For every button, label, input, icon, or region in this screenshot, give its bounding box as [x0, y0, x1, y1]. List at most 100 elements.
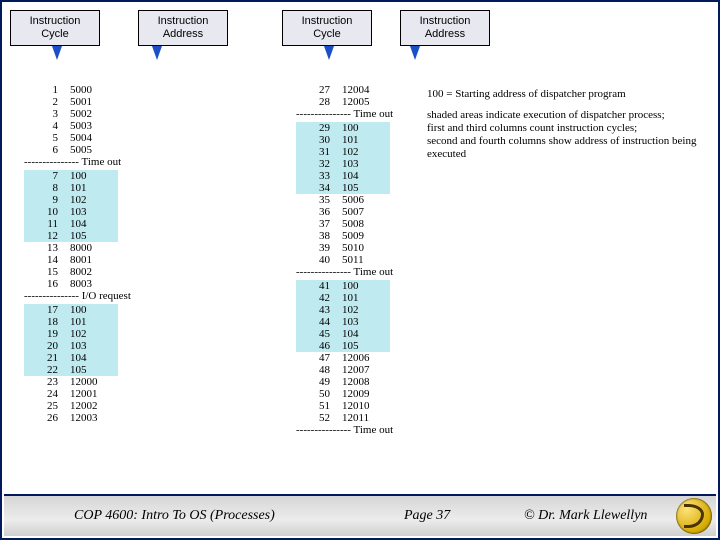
cycle-cell: 3	[30, 108, 58, 120]
hdr2-l2: Address	[163, 28, 203, 40]
address-cell: 8001	[70, 254, 114, 266]
address-cell: 100	[342, 122, 386, 134]
cycle-cell: 2	[30, 96, 58, 108]
address-cell: 105	[70, 230, 114, 242]
cycle-cell: 51	[302, 400, 330, 412]
address-cell: 104	[70, 218, 114, 230]
cycle-cell: 32	[302, 158, 330, 170]
hdr4-l2: Address	[425, 28, 465, 40]
cycle-cell: 1	[30, 84, 58, 96]
address-cell: 5007	[342, 206, 386, 218]
address-cell: 105	[342, 340, 386, 352]
cycle-cell: 10	[30, 206, 58, 218]
cycle-cell: 38	[302, 230, 330, 242]
address-cell: 12009	[342, 388, 386, 400]
address-cell: 12010	[342, 400, 386, 412]
hdr3-l1: Instruction	[302, 15, 353, 27]
address-cell: 5005	[70, 144, 114, 156]
address-cell: 105	[342, 182, 386, 194]
cycle-cell: 44	[302, 316, 330, 328]
notes: 100 = Starting address of dispatcher pro…	[427, 88, 712, 161]
cycle-cell: 26	[30, 412, 58, 424]
cycle-cell: 45	[302, 328, 330, 340]
hdr1-l1: Instruction	[30, 15, 81, 27]
footer-course: COP 4600: Intro To OS (Processes)	[74, 508, 275, 524]
address-cell: 101	[342, 292, 386, 304]
cycle-cell: 4	[30, 120, 58, 132]
address-cell: 12006	[342, 352, 386, 364]
address-cell: 5001	[70, 96, 114, 108]
cycle-cell: 21	[30, 352, 58, 364]
address-cell: 5006	[342, 194, 386, 206]
address-cell: 5011	[342, 254, 386, 266]
cycle-cell: 13	[30, 242, 58, 254]
cycle-cell: 52	[302, 412, 330, 424]
slide: Instruction Cycle Instruction Address In…	[0, 0, 720, 540]
address-cell: 12003	[70, 412, 114, 424]
cycle-cell: 39	[302, 242, 330, 254]
address-cell: 100	[342, 280, 386, 292]
address-cell: 5004	[70, 132, 114, 144]
address-cell: 12008	[342, 376, 386, 388]
cycle-cell: 47	[302, 352, 330, 364]
notes-line2: shaded areas indicate execution of dispa…	[427, 109, 712, 122]
header-instr-cycle-2: Instruction Cycle	[282, 10, 372, 46]
address-cell: 12001	[70, 388, 114, 400]
address-cell: 100	[70, 170, 114, 182]
cycle-cell: 9	[30, 194, 58, 206]
hdr4-l1: Instruction	[420, 15, 471, 27]
cycle-cell: 29	[302, 122, 330, 134]
arrow-down-icon	[410, 46, 420, 60]
address-cell: 12002	[70, 400, 114, 412]
cycle-cell: 5	[30, 132, 58, 144]
cycle-cell: 46	[302, 340, 330, 352]
cycle-cell: 36	[302, 206, 330, 218]
cycle-cell: 14	[30, 254, 58, 266]
hdr2-l1: Instruction	[158, 15, 209, 27]
arrow-down-icon	[324, 46, 334, 60]
hdr1-l2: Cycle	[41, 28, 69, 40]
header-instr-addr-2: Instruction Address	[400, 10, 490, 46]
separator-i/o-request: --------------- I/O request	[24, 290, 131, 302]
address-cell: 12007	[342, 364, 386, 376]
address-cell: 12000	[70, 376, 114, 388]
cycle-cell: 35	[302, 194, 330, 206]
notes-line1: 100 = Starting address of dispatcher pro…	[427, 88, 712, 101]
cycle-cell: 41	[302, 280, 330, 292]
address-cell: 8000	[70, 242, 114, 254]
cycle-cell: 28	[302, 96, 330, 108]
cycle-cell: 8	[30, 182, 58, 194]
ucf-logo-icon	[676, 498, 712, 534]
address-cell: 5002	[70, 108, 114, 120]
cycle-cell: 15	[30, 266, 58, 278]
cycle-cell: 40	[302, 254, 330, 266]
cycle-cell: 33	[302, 170, 330, 182]
address-cell: 100	[70, 304, 114, 316]
cycle-cell: 23	[30, 376, 58, 388]
cycle-cell: 19	[30, 328, 58, 340]
address-cell: 103	[70, 206, 114, 218]
cycle-cell: 27	[302, 84, 330, 96]
cycle-cell: 11	[30, 218, 58, 230]
separator-time-out: --------------- Time out	[24, 156, 121, 168]
cycle-cell: 37	[302, 218, 330, 230]
separator-time-out: --------------- Time out	[296, 424, 393, 436]
notes-line3: first and third columns count instructio…	[427, 122, 712, 135]
footer-author: © Dr. Mark Llewellyn	[524, 508, 647, 524]
address-cell: 103	[342, 316, 386, 328]
address-cell: 8003	[70, 278, 114, 290]
address-cell: 102	[70, 194, 114, 206]
cycle-cell: 7	[30, 170, 58, 182]
address-cell: 103	[70, 340, 114, 352]
address-cell: 101	[70, 316, 114, 328]
address-cell: 5008	[342, 218, 386, 230]
cycle-cell: 20	[30, 340, 58, 352]
address-cell: 102	[70, 328, 114, 340]
address-cell: 102	[342, 146, 386, 158]
address-cell: 104	[70, 352, 114, 364]
address-cell: 105	[70, 364, 114, 376]
address-cell: 101	[342, 134, 386, 146]
cycle-cell: 42	[302, 292, 330, 304]
address-cell: 102	[342, 304, 386, 316]
separator-time-out: --------------- Time out	[296, 108, 393, 120]
